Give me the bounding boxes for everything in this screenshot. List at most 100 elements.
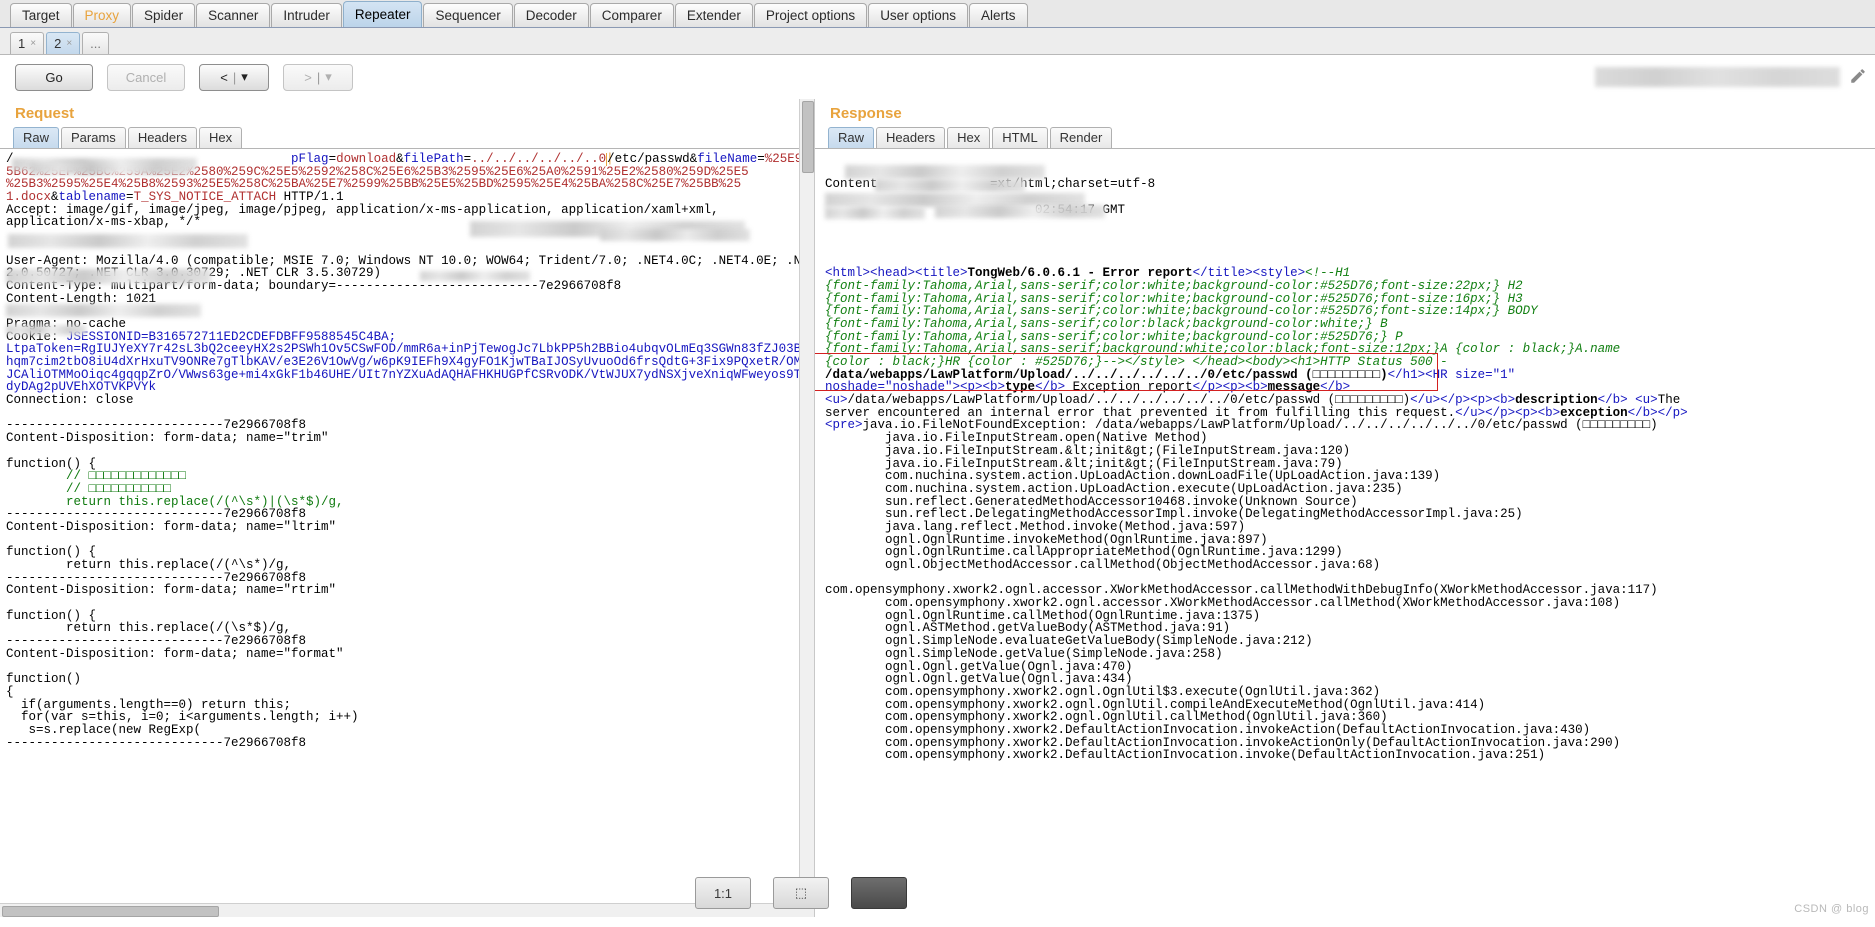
repeater-tab-2[interactable]: 2 × xyxy=(46,32,81,54)
main-tab-target[interactable]: Target xyxy=(10,3,72,27)
repeater-tab-row[interactable]: 1 × 2 ×... xyxy=(0,28,1875,55)
request-line: Connection: close xyxy=(6,393,134,408)
repeater-tab-label: 1 xyxy=(18,36,26,51)
request-line: s=s.replace(new RegExp( xyxy=(6,722,202,737)
main-tab-repeater[interactable]: Repeater xyxy=(342,1,423,27)
main-tab-comparer[interactable]: Comparer xyxy=(589,3,674,27)
response-body-line: com.nuchina.system.action.UpLoadAction.d… xyxy=(825,469,1441,484)
fit-to-screen-button[interactable]: ⬚ xyxy=(773,877,829,909)
response-subtab-headers[interactable]: Headers xyxy=(876,127,946,148)
watermark: CSDN @ blog xyxy=(1794,903,1869,915)
response-body-line: com.nuchina.system.action.UpLoadAction.e… xyxy=(825,481,1403,496)
response-body-line: java.lang.reflect.Method.invoke(Method.j… xyxy=(825,519,1246,534)
back-arrow-icon: < xyxy=(220,69,228,85)
response-subtabs[interactable]: Raw Headers Hex HTML Render xyxy=(815,126,1875,149)
cancel-button[interactable]: Cancel xyxy=(107,63,185,91)
close-icon[interactable]: × xyxy=(66,33,72,54)
response-body-line: com.opensymphony.xwork2.DefaultActionInv… xyxy=(825,722,1591,737)
request-line: 2.0.50727; .NET CLR 3.0.30729; .NET CLR … xyxy=(6,266,382,281)
go-button[interactable]: Go xyxy=(15,63,93,91)
response-subtab-html[interactable]: HTML xyxy=(992,127,1048,148)
request-pane: Request Raw Params Headers Hex / pFlag=down… xyxy=(0,99,907,917)
response-panel-title: Response xyxy=(830,105,902,122)
request-line xyxy=(6,749,808,762)
request-line: function() xyxy=(6,672,82,687)
request-panel-title: Request xyxy=(15,105,75,122)
response-body-line: com.opensymphony.xwork2.DefaultActionInv… xyxy=(825,748,1546,763)
request-line: { xyxy=(6,684,14,699)
repeater-tab-label: 2 xyxy=(54,36,62,51)
request-subtab-params[interactable]: Params xyxy=(61,127,126,148)
request-line: 1.docx&tablename=T_SYS_NOTICE_ATTACH HTT… xyxy=(6,190,344,205)
response-header-connection xyxy=(825,216,1875,229)
response-status-line xyxy=(825,153,1875,166)
repeater-tab-label: ... xyxy=(90,36,101,51)
request-line: return this.replace(/(^\s*)/g, xyxy=(6,558,292,572)
response-subtab-hex[interactable]: Hex xyxy=(947,127,991,148)
request-subtab-raw[interactable]: Raw xyxy=(13,127,60,148)
main-tab-sequencer[interactable]: Sequencer xyxy=(423,3,513,27)
response-body-line: ognl.Ognl.getValue(Ognl.java:434) xyxy=(825,672,1133,687)
close-icon[interactable]: × xyxy=(30,33,36,54)
request-line: Content-Disposition: form-data; name="fo… xyxy=(6,646,344,661)
response-body-line: java.io.FileInputStream.open(Native Meth… xyxy=(825,431,1208,446)
request-line xyxy=(6,305,808,318)
response-header-content-type: Content =xt/html;charset=utf-8 xyxy=(825,177,1156,192)
edit-pencil-icon[interactable] xyxy=(1849,67,1867,85)
request-raw-editor[interactable]: / pFlag=download&filePath=../../../../..… xyxy=(0,149,808,905)
request-subtab-hex[interactable]: Hex xyxy=(198,127,243,148)
response-header-date: 02:54:17 GMT xyxy=(825,202,1126,217)
request-line: -----------------------------7e2966708f8 xyxy=(6,634,307,649)
request-line: application/x-ms-xbap, */* xyxy=(6,215,202,230)
main-tab-user-options[interactable]: User options xyxy=(868,3,968,27)
repeater-tab-moremoremore[interactable]: ... xyxy=(82,32,109,54)
request-subtabs[interactable]: Raw Params Headers Hex xyxy=(0,126,814,149)
request-line: Content-Disposition: form-data; name="tr… xyxy=(6,431,329,446)
button-separator: | xyxy=(232,69,237,85)
request-horizontal-scrollbar[interactable] xyxy=(0,903,814,917)
response-body-line: com.opensymphony.xwork2.ognl.OgnlUtil$3.… xyxy=(825,684,1381,699)
main-tab-scanner[interactable]: Scanner xyxy=(196,3,271,27)
response-raw-editor[interactable]: Content =xt/html;charset=utf-8 02:54:17 … xyxy=(815,149,1875,905)
request-line: Content-Type: multipart/form-data; bound… xyxy=(6,278,622,293)
request-vertical-scrollbar[interactable] xyxy=(799,99,814,917)
main-tab-spider[interactable]: Spider xyxy=(132,3,196,27)
main-tab-decoder[interactable]: Decoder xyxy=(513,3,589,27)
request-line: -----------------------------7e2966708f8 xyxy=(6,735,307,750)
forward-button[interactable]: > | ▾ xyxy=(283,63,353,91)
response-body-line: ognl.ObjectMethodAccessor.callMethod(Obj… xyxy=(825,558,1381,572)
response-pane: Response Raw Headers Hex HTML Render Content… xyxy=(815,99,1875,917)
main-tab-extender[interactable]: Extender xyxy=(674,3,753,27)
request-line xyxy=(6,242,808,255)
repeater-toolbar: Go Cancel < | ▾ > | ▾ xyxy=(0,55,1875,99)
main-tab-proxy[interactable]: Proxy xyxy=(72,3,132,27)
chevron-down-icon[interactable]: ▾ xyxy=(241,69,248,85)
request-line xyxy=(6,534,808,547)
main-tab-project-options[interactable]: Project options xyxy=(753,3,868,27)
request-line: Content-Disposition: form-data; name="lt… xyxy=(6,519,337,534)
request-response-split: Request Raw Params Headers Hex / pFlag=down… xyxy=(0,99,1875,917)
zoom-actual-size-button[interactable]: 1:1 xyxy=(695,877,751,909)
back-button[interactable]: < | ▾ xyxy=(199,63,269,91)
response-header-via xyxy=(825,229,1875,242)
scrollbar-thumb[interactable] xyxy=(802,101,814,173)
request-line: Content-Length: 1021 xyxy=(6,291,157,306)
floating-view-buttons[interactable]: 1:1 ⬚ xyxy=(695,877,907,909)
request-line: Content-Disposition: form-data; name="rt… xyxy=(6,583,337,598)
response-subtab-raw[interactable]: Raw xyxy=(828,127,875,148)
redacted-target-field xyxy=(1595,67,1840,87)
response-header-length xyxy=(825,242,1875,255)
scrollbar-thumb[interactable] xyxy=(2,906,219,917)
main-tab-bar[interactable]: Target Proxy Spider Scanner Intruder Repeater… xyxy=(0,0,1875,28)
response-subtab-render[interactable]: Render xyxy=(1049,127,1113,148)
main-tab-intruder[interactable]: Intruder xyxy=(271,3,342,27)
request-line xyxy=(6,445,808,458)
request-subtab-headers[interactable]: Headers xyxy=(127,127,197,148)
button-separator: | xyxy=(316,69,321,85)
main-tab-alerts[interactable]: Alerts xyxy=(968,3,1028,27)
repeater-tab-1[interactable]: 1 × xyxy=(10,32,45,54)
request-line xyxy=(6,229,808,242)
forward-arrow-icon: > xyxy=(304,69,312,85)
chevron-down-icon[interactable]: ▾ xyxy=(325,69,332,85)
capture-button[interactable] xyxy=(851,877,907,909)
